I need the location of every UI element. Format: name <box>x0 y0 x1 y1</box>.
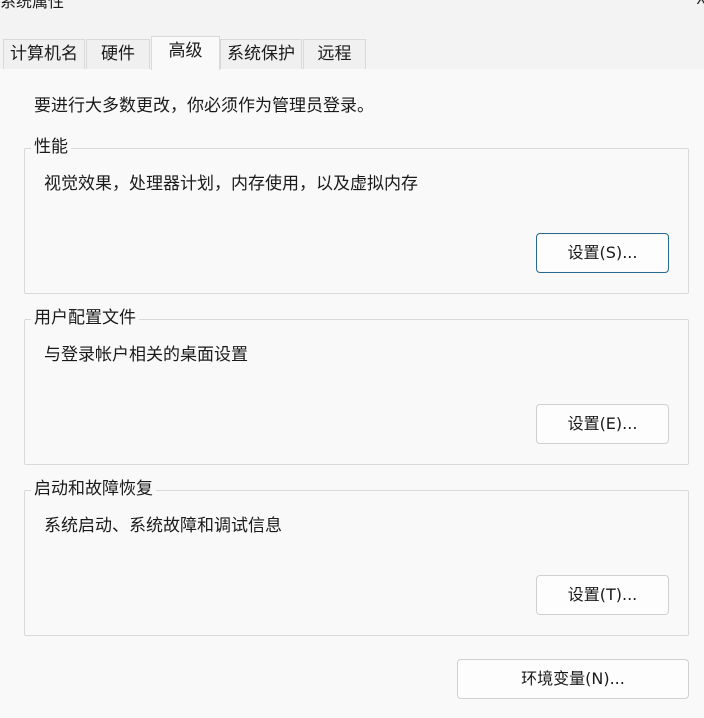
tab-computer-name[interactable]: 计算机名 <box>3 39 85 69</box>
startup-recovery-settings-button[interactable]: 设置(T)... <box>536 575 669 615</box>
performance-description: 视觉效果，处理器计划，内存使用，以及虚拟内存 <box>44 174 418 194</box>
tab-system-protection[interactable]: 系统保护 <box>220 39 302 69</box>
startup-recovery-group: 启动和故障恢复 系统启动、系统故障和调试信息 设置(T)... <box>24 478 689 636</box>
tab-hardware[interactable]: 硬件 <box>86 39 150 69</box>
window-title: 系统属性 <box>0 0 65 11</box>
title-bar[interactable]: 系统属性 X <box>0 0 704 26</box>
performance-group: 性能 视觉效果，处理器计划，内存使用，以及虚拟内存 设置(S)... <box>24 136 689 294</box>
user-profiles-settings-button[interactable]: 设置(E)... <box>536 404 669 444</box>
performance-settings-button[interactable]: 设置(S)... <box>536 233 669 273</box>
tab-remote[interactable]: 远程 <box>303 39 366 69</box>
system-properties-window: 系统属性 X 计算机名 硬件 高级 系统保护 远程 要进行大多数更改，你必须作为… <box>0 0 704 718</box>
advanced-tab-panel: 要进行大多数更改，你必须作为管理员登录。 性能 视觉效果，处理器计划，内存使用，… <box>0 69 704 718</box>
performance-group-label: 性能 <box>31 136 71 158</box>
admin-note: 要进行大多数更改，你必须作为管理员登录。 <box>34 96 374 116</box>
startup-recovery-description: 系统启动、系统故障和调试信息 <box>44 516 282 536</box>
tab-advanced[interactable]: 高级 <box>151 36 220 70</box>
startup-recovery-group-label: 启动和故障恢复 <box>31 478 156 500</box>
user-profiles-description: 与登录帐户相关的桌面设置 <box>44 345 248 365</box>
user-profiles-group: 用户配置文件 与登录帐户相关的桌面设置 设置(E)... <box>24 307 689 465</box>
tab-strip: 计算机名 硬件 高级 系统保护 远程 <box>0 36 704 70</box>
close-icon[interactable]: X <box>696 0 704 8</box>
user-profiles-group-label: 用户配置文件 <box>31 307 139 329</box>
environment-variables-button[interactable]: 环境变量(N)... <box>457 659 689 699</box>
